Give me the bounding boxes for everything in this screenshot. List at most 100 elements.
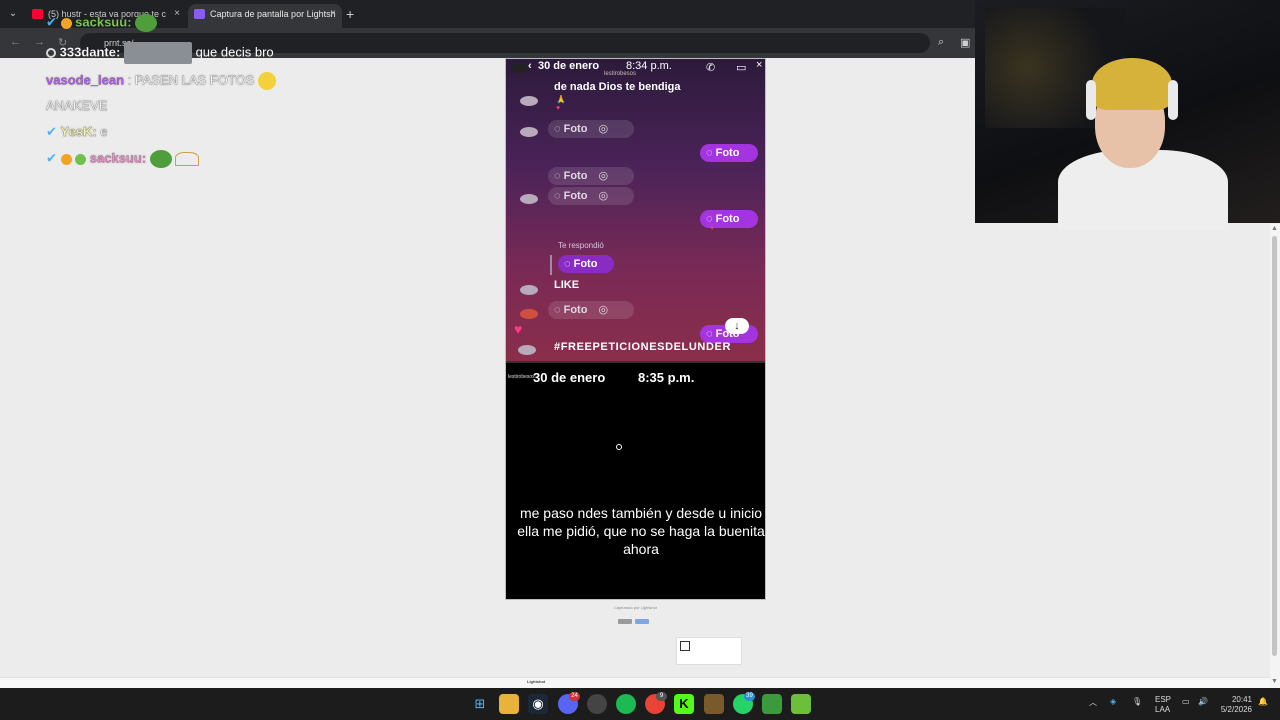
- reply-line: [550, 255, 552, 275]
- popcorn-emote-icon: [175, 152, 200, 166]
- forward-arrow-icon[interactable]: →: [34, 36, 45, 48]
- cursor-icon: [616, 444, 622, 450]
- obs-icon[interactable]: [587, 694, 607, 714]
- dm-header: ‹ 30 de enero 8:34 p.m. lestirobesos ✆ ▭…: [506, 59, 765, 81]
- lightshot-feather-icon: [680, 641, 690, 651]
- defender-icon[interactable]: ◈: [1110, 697, 1116, 706]
- story-caption: me paso ndes también y desde u inicio el…: [517, 505, 765, 557]
- kick-icon[interactable]: K: [674, 694, 694, 714]
- photo-label: Foto: [563, 170, 588, 182]
- avatar: [520, 194, 538, 204]
- ad-box[interactable]: [676, 637, 742, 665]
- youtube-icon: [32, 9, 43, 19]
- screenshot-image: ‹ 30 de enero 8:34 p.m. lestirobesos ✆ ▭…: [505, 58, 766, 600]
- language-code: ESP: [1155, 695, 1172, 704]
- view-once-icon: ◎: [598, 304, 609, 316]
- chat-username: sacksuu:: [89, 150, 147, 166]
- lightshot-footer: [0, 677, 1270, 688]
- chat-text: que decis bro: [195, 44, 274, 60]
- tab-search-icon[interactable]: ⌄: [4, 6, 22, 22]
- emote-image: [123, 42, 192, 64]
- close-icon: ×: [756, 59, 763, 71]
- chat-message: 333dante: que decis bro: [46, 42, 274, 64]
- verified-icon: ✔: [46, 150, 57, 166]
- back-arrow-icon[interactable]: ←: [10, 36, 21, 48]
- reply-label: Te respondió: [558, 241, 604, 250]
- minecraft-launcher-icon[interactable]: [762, 694, 782, 714]
- microphone-icon[interactable]: 🎙: [1132, 697, 1142, 706]
- scroll-up-arrow-icon[interactable]: ▲: [1271, 225, 1278, 232]
- discord-badge: 24: [569, 692, 580, 701]
- zoom-icon[interactable]: ⌕: [938, 36, 944, 49]
- headphones-icon: [1168, 80, 1178, 120]
- message-text: LIKE: [554, 279, 580, 291]
- steam-icon[interactable]: ◉: [528, 694, 548, 714]
- photo-message: ◌ Foto ◎: [548, 301, 634, 319]
- photo-label: Foto: [563, 123, 588, 135]
- captured-by-text: Capturado por Lightshot: [614, 605, 657, 610]
- taskbar: [0, 688, 1280, 720]
- close-icon[interactable]: ×: [330, 4, 336, 24]
- avatar: [520, 96, 538, 106]
- chat-username: YesK:: [60, 124, 97, 139]
- tab-lightshot[interactable]: Captura de pantalla por Lightsh ×: [188, 4, 342, 28]
- dm-conversation: ‹ 30 de enero 8:34 p.m. lestirobesos ✆ ▭…: [506, 59, 765, 361]
- notifications-icon[interactable]: 🔔: [1258, 697, 1268, 706]
- close-icon[interactable]: ×: [174, 4, 180, 24]
- message-text: de nada Dios te bendiga: [554, 81, 681, 93]
- photo-message: ◌ Foto: [700, 210, 758, 228]
- lightshot-feather-icon: [194, 9, 205, 19]
- story-progress-bar: [506, 361, 765, 363]
- scrollbar-thumb[interactable]: [1272, 236, 1277, 656]
- clock[interactable]: 20:41 5/2/2026: [1216, 695, 1252, 715]
- spotify-icon[interactable]: [616, 694, 636, 714]
- file-explorer-icon[interactable]: [499, 694, 519, 714]
- minecraft-block-icon[interactable]: [791, 694, 811, 714]
- dm-username: lestirobesos: [604, 71, 637, 77]
- pepe-emote-icon: [149, 150, 172, 168]
- chat-username: ANAKEVE: [46, 98, 108, 113]
- photo-message: ◌ Foto: [558, 255, 614, 273]
- hashtag-text: #FREEPETICIONESDELUNDER: [554, 341, 731, 353]
- view-once-icon: ◎: [598, 170, 609, 182]
- clock-date: 5/2/2026: [1220, 705, 1252, 714]
- whatsapp-badge: 39: [744, 692, 755, 701]
- windows-start-icon[interactable]: ⊞: [470, 694, 490, 714]
- view-once-icon: ◎: [598, 190, 609, 202]
- photo-message: ◌ Foto ◎: [548, 167, 634, 185]
- chat-message: vasode_lean : PASEN LAS FOTOS: [46, 72, 276, 90]
- new-tab-plus-icon[interactable]: +: [346, 6, 354, 22]
- keyboard-layout: LAA: [1155, 705, 1171, 714]
- phone-icon: ✆: [706, 62, 716, 74]
- chat-username: vasode_lean: [46, 72, 125, 88]
- chrome-badge: 9: [656, 692, 667, 701]
- language-indicator[interactable]: ESP LAA: [1155, 695, 1171, 715]
- back-arrow-icon: ‹: [528, 60, 532, 72]
- photo-message: ◌ Foto ◎: [548, 187, 634, 205]
- pepe-emote-icon: [135, 14, 158, 32]
- tray-chevron-icon[interactable]: ︿: [1089, 697, 1097, 708]
- facebook-share-button[interactable]: [635, 619, 649, 624]
- chat-message: ✔ YesK: e: [46, 124, 108, 140]
- chat-message: ✔ sacksuu:: [46, 14, 158, 32]
- chat-username: sacksuu:: [75, 14, 132, 30]
- avatar: [518, 345, 536, 355]
- chat-message: ANAKEVE: [46, 98, 108, 113]
- share-button[interactable]: [618, 619, 632, 624]
- verified-icon: ✔: [46, 124, 57, 139]
- footer-logo[interactable]: Lightshot: [527, 679, 545, 684]
- scroll-down-arrow-icon[interactable]: ▼: [1271, 678, 1278, 685]
- tab-title: Captura de pantalla por Lightsh: [210, 9, 336, 19]
- heart-icon: ♥: [556, 105, 561, 112]
- chat-text: e: [100, 124, 108, 139]
- volume-icon[interactable]: 🔊: [1198, 697, 1208, 706]
- photo-label: Foto: [563, 304, 588, 316]
- network-icon[interactable]: ▭: [1182, 697, 1190, 706]
- headphones-icon: [1086, 80, 1096, 120]
- video-call-icon: ▭: [736, 62, 747, 74]
- clock-time: 20:41: [1231, 695, 1252, 704]
- screen-cast-icon[interactable]: ▣: [960, 36, 970, 49]
- minecraft-icon[interactable]: [704, 694, 724, 714]
- photo-message: ◌ Foto ◎: [548, 120, 634, 138]
- avatar: [520, 285, 538, 295]
